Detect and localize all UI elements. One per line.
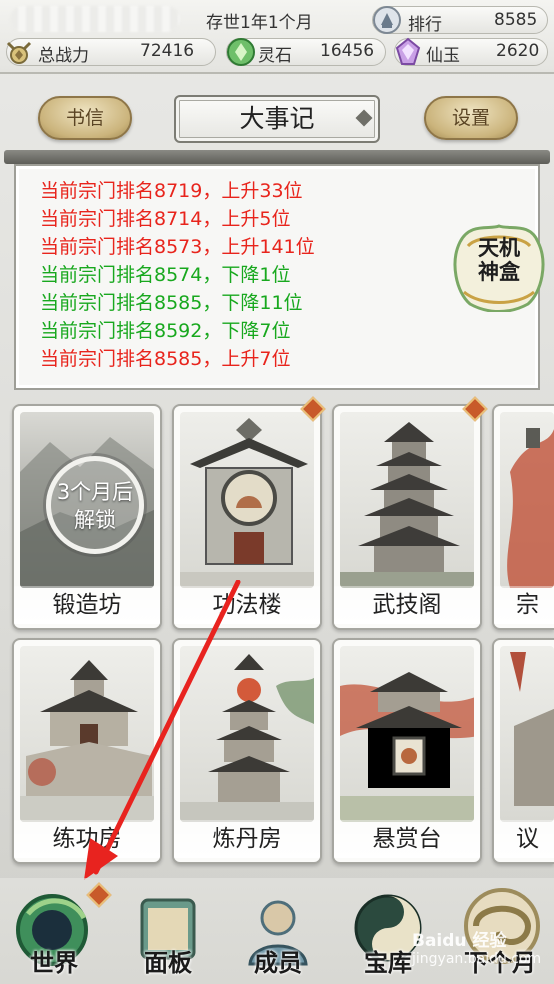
rank-value: 8585 <box>494 10 538 30</box>
power-icon <box>6 41 32 64</box>
spirit-stone-icon <box>227 38 255 66</box>
building-bounty-board[interactable]: 悬赏台 <box>332 638 482 864</box>
building-label: 悬赏台 <box>334 820 480 858</box>
letters-button[interactable]: 书信 <box>38 96 132 140</box>
sect-hall-illustration <box>507 428 554 588</box>
bounty-board-art <box>340 646 474 822</box>
log-entry: 当前宗门排名8574，下降1位 <box>40 264 291 286</box>
nav-world-label: 世界 <box>30 948 78 977</box>
sect-hall-art <box>500 412 554 588</box>
council-hall-illustration <box>510 652 554 806</box>
lingshi-label: 灵石 <box>258 46 292 66</box>
watermark-line-1: Baidu 经验 <box>412 931 507 951</box>
tianji-label-2: 神盒 <box>478 259 520 284</box>
building-label: 议事 <box>494 820 554 858</box>
technique-hall-art <box>180 412 314 588</box>
log-entry: 当前宗门排名8585，下降11位 <box>40 292 303 314</box>
page-title: 大事记 <box>174 95 380 143</box>
nav-panel-label: 面板 <box>144 948 192 977</box>
log-entry: 当前宗门排名8573，上升141位 <box>40 236 315 258</box>
lock-time: 3个月后 <box>56 480 134 504</box>
power-label: 总战力 <box>38 46 89 66</box>
log-entry: 当前宗门排名8714，上升5位 <box>40 208 291 230</box>
forge-art: 3个月后 解锁 <box>20 412 154 588</box>
martial-pavilion-art <box>340 412 474 588</box>
log-entry: 当前宗门排名8585，上升7位 <box>40 348 291 370</box>
lock-status: 解锁 <box>74 508 116 532</box>
building-label: 宗门 <box>494 586 554 624</box>
building-sect-hall[interactable]: 宗门 <box>492 404 554 630</box>
rank-icon <box>373 6 401 34</box>
jade-icon <box>395 37 421 65</box>
xianyu-label: 仙玉 <box>426 46 460 66</box>
xianyu-value: 2620 <box>496 41 540 61</box>
nav-members[interactable]: 成员 <box>228 884 328 984</box>
watermark-line-2: jingyan.baidu.com <box>412 951 542 967</box>
martial-pavilion-illustration <box>340 422 474 588</box>
nav-panel[interactable]: 面板 <box>118 884 218 984</box>
watermark: Baidu 经验 jingyan.baidu.com <box>412 932 542 978</box>
log-entry: 当前宗门排名8719，上升33位 <box>40 180 303 202</box>
red-arrow-annotation <box>84 580 241 880</box>
log-entry: 当前宗门排名8592，下降7位 <box>40 320 291 342</box>
technique-hall-illustration <box>180 418 314 588</box>
power-value: 72416 <box>140 41 195 61</box>
player-name-blurred <box>10 6 180 32</box>
nav-members-label: 成员 <box>254 948 302 977</box>
log-scroll-rod <box>4 150 550 164</box>
lingshi-value: 16456 <box>320 41 375 61</box>
status-bar: 存世1年1个月 排行 8585 总战力 72416 灵石 16456 仙玉 26… <box>0 0 554 74</box>
building-label: 武技阁 <box>334 586 480 624</box>
bounty-board-illustration <box>340 672 474 822</box>
tianji-box-button[interactable]: 天机 神盒 <box>450 222 548 313</box>
era-text: 存世1年1个月 <box>206 13 313 33</box>
building-council-hall[interactable]: 议事 <box>492 638 554 864</box>
rank-label: 排行 <box>408 15 442 35</box>
tianji-label-1: 天机 <box>478 235 520 260</box>
building-martial-pavilion[interactable]: 武技阁 <box>332 404 482 630</box>
nav-world[interactable]: 世界 <box>4 884 104 984</box>
settings-button[interactable]: 设置 <box>424 96 518 140</box>
council-hall-art <box>500 646 554 822</box>
